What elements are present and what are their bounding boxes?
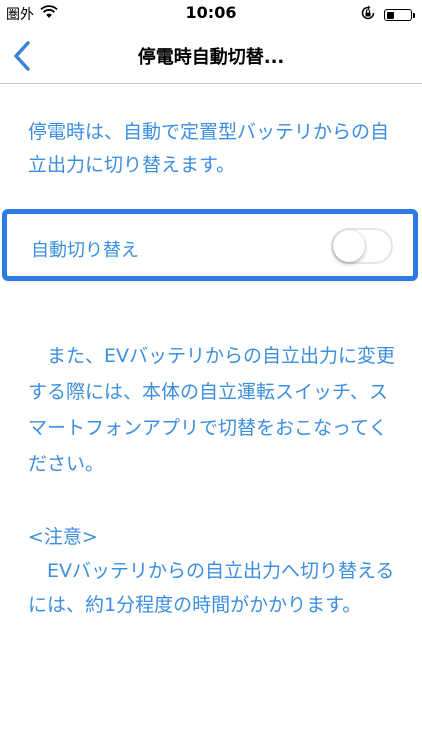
auto-switch-label: 自動切り替え [31,240,139,261]
toggle-knob [333,230,365,262]
battery-fill [386,11,395,19]
status-time: 10:06 [185,3,237,22]
battery-icon [384,9,415,21]
intro-description: 停電時は、自動で定置型バッテリからの自立出力に切り替えます。 [28,121,390,176]
nav-bar: 停電時自動切替... [0,28,422,84]
screen: 圏外 10:06 停電時自動切替... 停電時は、自動で定置型バッテリからの自立… [0,0,422,750]
caution-text: EVバッテリからの自立出力へ切り替えるには、約1分程度の時間がかかります。 [28,560,395,616]
status-bar: 圏外 10:06 [0,0,422,28]
caution-block: <注意> EVバッテリからの自立出力へ切り替えるには、約1分程度の時間がかかりま… [28,520,400,622]
chevron-left-icon [8,41,38,78]
orientation-lock-icon [360,5,376,25]
auto-switch-toggle[interactable] [331,228,393,264]
caution-heading: <注意> [28,526,98,548]
status-right [360,5,415,25]
page-title: 停電時自動切替... [137,47,285,68]
back-button[interactable] [8,38,38,74]
auto-switch-row: 自動切り替え [2,209,418,281]
ev-battery-note: また、EVバッテリからの自立出力に変更する際には、本体の自立運転スイッチ、スマー… [28,345,396,475]
